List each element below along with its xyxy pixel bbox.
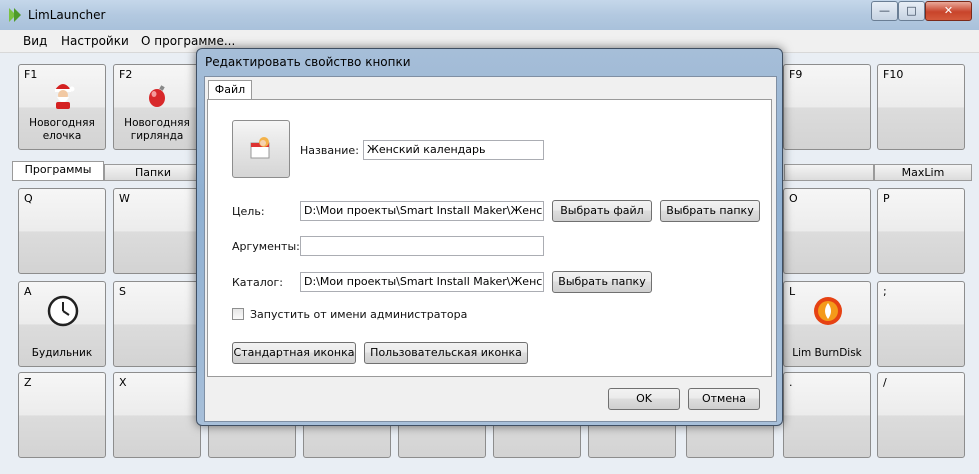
key-caption: Новогодняя елочка <box>29 117 95 142</box>
key-caption: Lim BurnDisk <box>792 347 862 359</box>
hotkey-label: F2 <box>119 68 133 81</box>
hotkey-label: / <box>883 376 887 389</box>
dialog-client: Файл Название: Женский календарь Цель: D… <box>204 76 777 422</box>
target-input[interactable]: D:\Мои проекты\Smart Install Maker\Женск… <box>300 201 544 221</box>
burn-disk-icon <box>814 297 842 325</box>
hotkey-label: A <box>24 285 32 298</box>
edit-button-dialog: Редактировать свойство кнопки Файл Назва… <box>196 48 783 426</box>
hotkey-label: F10 <box>883 68 904 81</box>
hotkey-label: P <box>883 192 890 205</box>
choose-directory-button[interactable]: Выбрать папку <box>552 271 652 293</box>
key-semicolon[interactable]: ; <box>877 281 965 367</box>
hotkey-label: ; <box>883 285 887 298</box>
fkey-f2[interactable]: F2 Новогодняя гирлянда <box>113 64 201 150</box>
hotkey-label: F9 <box>789 68 803 81</box>
menu-view[interactable]: Вид <box>23 34 47 48</box>
key-l[interactable]: L Lim BurnDisk <box>783 281 871 367</box>
arguments-input[interactable] <box>300 236 544 256</box>
standard-icon-button[interactable]: Стандартная иконка <box>232 342 356 364</box>
key-dot[interactable]: . <box>783 372 871 458</box>
hotkey-label: Z <box>24 376 32 389</box>
menu-about[interactable]: О программе... <box>141 34 235 48</box>
hotkey-label: O <box>789 192 798 205</box>
target-label: Цель: <box>232 205 265 218</box>
ok-button[interactable]: OK <box>608 388 680 410</box>
tab-folders[interactable]: Папки <box>104 164 202 181</box>
fkey-f9[interactable]: F9 <box>783 64 871 150</box>
maximize-button[interactable]: □ <box>898 1 925 21</box>
hotkey-label: X <box>119 376 127 389</box>
fkey-f10[interactable]: F10 <box>877 64 965 150</box>
key-caption: Будильник <box>31 347 93 359</box>
choose-file-button[interactable]: Выбрать файл <box>552 200 652 222</box>
key-p[interactable]: P <box>877 188 965 274</box>
button-icon-preview[interactable] <box>232 120 290 178</box>
name-label: Название: <box>300 144 359 157</box>
dialog-title: Редактировать свойство кнопки <box>205 55 411 69</box>
app-logo-icon <box>9 8 21 22</box>
tab-maxlim[interactable]: MaxLim <box>874 164 972 181</box>
key-x[interactable]: X <box>113 372 201 458</box>
window-title: LimLauncher <box>28 8 106 22</box>
custom-icon-button[interactable]: Пользовательская иконка <box>364 342 528 364</box>
cancel-button[interactable]: Отмена <box>688 388 760 410</box>
run-as-admin-label: Запустить от имени администратора <box>250 308 468 321</box>
run-as-admin-checkbox[interactable] <box>232 308 244 320</box>
hotkey-label: Q <box>24 192 33 205</box>
file-tab-panel: Название: Женский календарь Цель: D:\Мои… <box>207 99 772 377</box>
key-caption: Новогодняя гирлянда <box>124 117 190 142</box>
calendar-icon <box>250 137 270 159</box>
tab-file[interactable]: Файл <box>208 80 252 100</box>
close-button[interactable]: ✕ <box>925 1 972 21</box>
santa-icon <box>55 84 75 109</box>
key-z[interactable]: Z <box>18 372 106 458</box>
key-a[interactable]: A Будильник <box>18 281 106 367</box>
key-w[interactable]: W <box>113 188 201 274</box>
hotkey-label: S <box>119 285 126 298</box>
directory-label: Каталог: <box>232 276 283 289</box>
hotkey-label: . <box>789 376 793 389</box>
key-s[interactable]: S <box>113 281 201 367</box>
tab-blank[interactable] <box>784 164 874 181</box>
choose-folder-button[interactable]: Выбрать папку <box>660 200 760 222</box>
key-q[interactable]: Q <box>18 188 106 274</box>
hotkey-label: W <box>119 192 130 205</box>
tab-programs[interactable]: Программы <box>12 161 104 180</box>
arguments-label: Аргументы: <box>232 240 300 253</box>
ornament-icon <box>149 85 165 107</box>
name-input[interactable]: Женский календарь <box>363 140 544 160</box>
hotkey-label: L <box>789 285 796 298</box>
directory-input[interactable]: D:\Мои проекты\Smart Install Maker\Женск… <box>300 272 544 292</box>
hotkey-label: F1 <box>24 68 38 81</box>
menu-settings[interactable]: Настройки <box>61 34 129 48</box>
fkey-f1[interactable]: F1 Новогодняя елочка <box>18 64 106 150</box>
key-slash[interactable]: / <box>877 372 965 458</box>
clock-icon <box>47 295 79 327</box>
title-bar[interactable]: LimLauncher — □ ✕ <box>0 0 979 30</box>
key-o[interactable]: O <box>783 188 871 274</box>
minimize-button[interactable]: — <box>871 1 898 21</box>
